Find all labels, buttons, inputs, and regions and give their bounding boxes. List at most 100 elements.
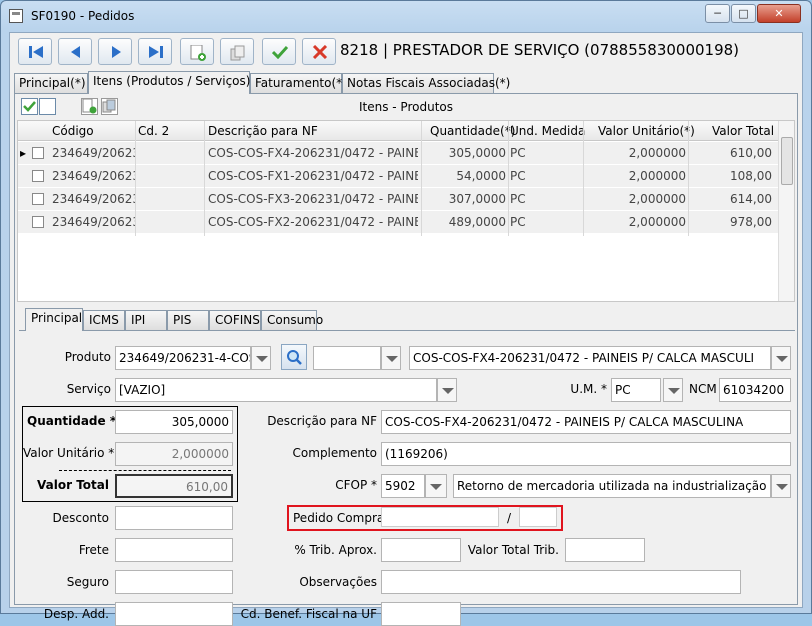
servico-field[interactable]: [VAZIO]: [115, 378, 437, 402]
close-button[interactable]: ✕: [757, 4, 801, 23]
prev-record-button[interactable]: [58, 38, 92, 65]
scrollbar-thumb[interactable]: [781, 137, 793, 185]
cfop-descricao-field[interactable]: Retorno de mercadoria utilizada na indus…: [453, 474, 771, 498]
produto-cd2-field[interactable]: [313, 346, 381, 370]
cancel-button[interactable]: [302, 38, 336, 65]
row-marker: ▸: [20, 146, 27, 160]
valor-unitario-field[interactable]: 2,000000: [115, 442, 233, 466]
subtab-ipi[interactable]: IPI: [125, 310, 167, 330]
valor-total-field[interactable]: 610,00: [115, 474, 233, 498]
trib-aprox-field[interactable]: [381, 538, 461, 562]
divider-line: [59, 470, 231, 471]
cell-codigo: 234649/206231-: [52, 215, 136, 229]
row-checkbox[interactable]: [32, 193, 44, 205]
grid-scrollbar[interactable]: [778, 121, 794, 301]
row-checkbox[interactable]: [32, 170, 44, 182]
subtab-icms[interactable]: ICMS: [83, 310, 125, 330]
cfop-descricao-dropdown[interactable]: [771, 474, 791, 498]
table-row[interactable]: 234649/206231- COS-COS-FX2-206231/0472 -…: [18, 211, 778, 234]
pedido-item-field[interactable]: [519, 507, 557, 527]
cell-codigo: 234649/206231-: [52, 169, 136, 183]
table-row[interactable]: 234649/206231- COS-COS-FX1-206231/0472 -…: [18, 165, 778, 188]
observacoes-label: Observações: [299, 575, 377, 589]
cancel-icon: [312, 45, 328, 59]
descricao-nf-label: Descrição para NF: [267, 414, 377, 428]
new-record-button[interactable]: [180, 38, 214, 65]
ncm-field[interactable]: 61034200: [719, 378, 791, 402]
record-title: 8218 | PRESTADOR DE SERVIÇO (07885583000…: [340, 41, 740, 59]
produto-descricao-dropdown[interactable]: [771, 346, 791, 370]
last-record-button[interactable]: [138, 38, 172, 65]
valor-total-trib-label: Valor Total Trib.: [467, 543, 559, 557]
um-field[interactable]: PC: [611, 378, 661, 402]
produto-dropdown[interactable]: [251, 346, 271, 370]
produto-field[interactable]: 234649/206231-4-COS: [115, 346, 251, 370]
observacoes-field[interactable]: [381, 570, 741, 594]
subtab-pis[interactable]: PIS: [167, 310, 209, 330]
col-descricao[interactable]: Descrição para NF: [208, 124, 318, 138]
um-dropdown[interactable]: [663, 378, 683, 402]
subtab-principal[interactable]: Principal: [25, 308, 83, 331]
minimize-button[interactable]: ─: [705, 4, 730, 23]
col-valor-total[interactable]: Valor Total: [712, 124, 774, 138]
cell-valor-unitario: 2,000000: [628, 192, 686, 206]
window: SF0190 - Pedidos ─ □ ✕ 8218 | PRESTADOR …: [0, 0, 812, 626]
col-codigo[interactable]: Código: [52, 124, 94, 138]
maximize-button[interactable]: □: [731, 4, 756, 23]
tab-faturamento[interactable]: Faturamento(*): [250, 73, 347, 93]
pedido-compra-label: Pedido Compra: [293, 511, 385, 525]
copy-record-button[interactable]: [220, 38, 254, 65]
complemento-field[interactable]: (1169206): [381, 442, 791, 466]
table-row[interactable]: ▸ 234649/206231- COS-COS-FX4-206231/0472…: [18, 142, 778, 165]
row-checkbox[interactable]: [32, 147, 44, 159]
valor-total-trib-field[interactable]: [565, 538, 645, 562]
produto-search-button[interactable]: [281, 344, 307, 370]
ncm-label: NCM: [689, 382, 717, 396]
desconto-label: Desconto: [52, 511, 109, 525]
row-checkbox[interactable]: [32, 216, 44, 228]
pedido-compra-field[interactable]: [381, 507, 499, 527]
cfop-dropdown[interactable]: [425, 474, 447, 498]
tab-principal[interactable]: Principal(*): [14, 73, 88, 93]
cfop-field[interactable]: 5902: [381, 474, 425, 498]
next-record-button[interactable]: [98, 38, 132, 65]
column-divider: [421, 121, 422, 236]
first-record-button[interactable]: [18, 38, 52, 65]
seguro-field[interactable]: [115, 570, 233, 594]
tab-itens[interactable]: Itens (Produtos / Serviços): [88, 71, 250, 94]
frete-label: Frete: [78, 543, 109, 557]
descricao-nf-field[interactable]: COS-COS-FX4-206231/0472 - PAINEIS P/ CAL…: [381, 410, 791, 434]
produto-cd2-dropdown[interactable]: [381, 346, 401, 370]
col-quantidade[interactable]: Quantidade(*): [430, 124, 515, 138]
quantidade-label: Quantidade *: [27, 414, 117, 428]
subtab-cofins[interactable]: COFINS: [209, 310, 261, 330]
frete-field[interactable]: [115, 538, 233, 562]
cell-descricao: COS-COS-FX4-206231/0472 - PAINEIS P/: [208, 146, 418, 160]
items-panel: Itens - Produtos Código Cd. 2 Descrição …: [14, 93, 798, 626]
col-cd2[interactable]: Cd. 2: [138, 124, 169, 138]
cell-und: PC: [510, 215, 526, 229]
subtab-consumo[interactable]: Consumo: [261, 310, 323, 330]
seguro-label: Seguro: [66, 575, 109, 589]
desp-add-field[interactable]: [115, 602, 233, 626]
cd-benef-fiscal-field[interactable]: [381, 602, 461, 626]
col-valor-unitario[interactable]: Valor Unitário(*): [598, 124, 695, 138]
table-row[interactable]: 234649/206231- COS-COS-FX3-206231/0472 -…: [18, 188, 778, 211]
column-divider: [204, 121, 205, 236]
col-und-medida[interactable]: Und. Medida: [510, 124, 585, 138]
next-icon: [112, 46, 121, 58]
column-divider: [688, 121, 689, 236]
cell-und: PC: [510, 192, 526, 206]
grid-toolbar: Itens - Produtos: [17, 96, 795, 118]
cell-codigo: 234649/206231-: [52, 146, 136, 160]
tab-notas-fiscais[interactable]: Notas Fiscais Associadas(*): [342, 73, 510, 93]
quantidade-field[interactable]: 305,0000: [115, 410, 233, 434]
new-document-icon: [190, 45, 206, 61]
cell-descricao: COS-COS-FX2-206231/0472 - PAINEIS P/: [208, 215, 418, 229]
servico-dropdown[interactable]: [437, 378, 457, 402]
desconto-field[interactable]: [115, 506, 233, 530]
cell-valor-total: 610,00: [730, 146, 772, 160]
produto-descricao-field[interactable]: COS-COS-FX4-206231/0472 - PAINEIS P/ CAL…: [409, 346, 771, 370]
client-area: 8218 | PRESTADOR DE SERVIÇO (07885583000…: [9, 32, 803, 626]
confirm-button[interactable]: [262, 38, 296, 65]
